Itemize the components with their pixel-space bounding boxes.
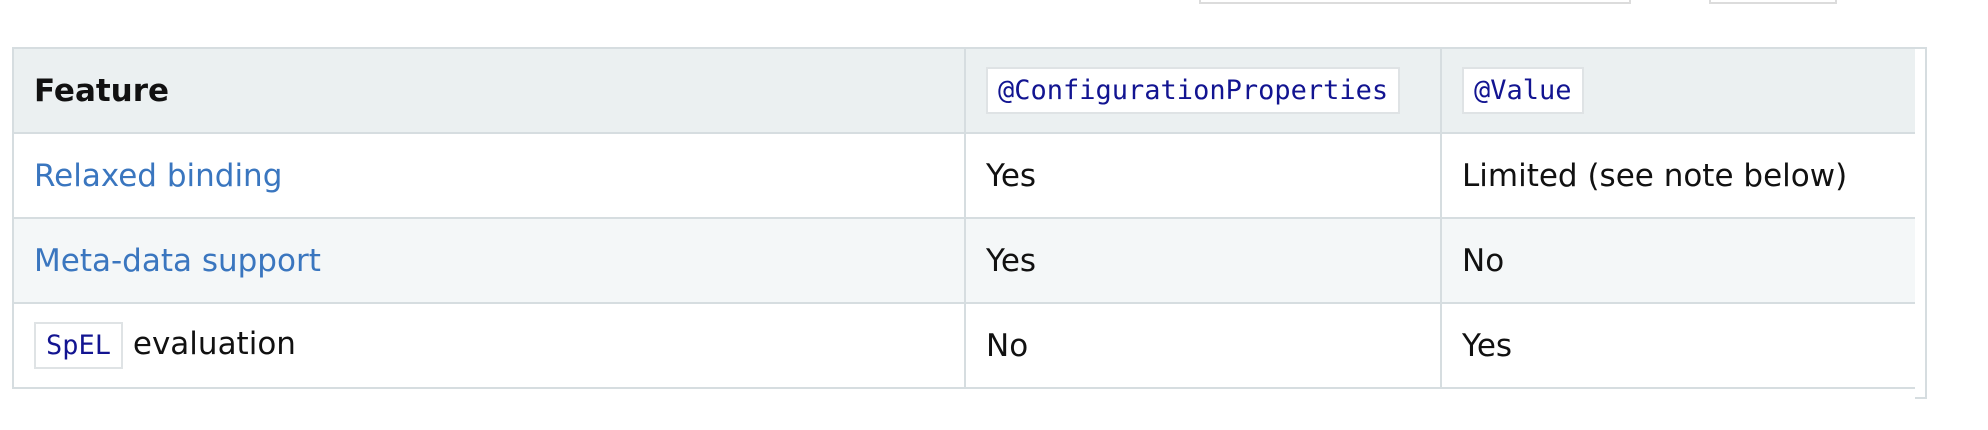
header-value: @Value (1440, 47, 1927, 134)
spel-code: SpEL (34, 321, 124, 370)
feature-cell: Relaxed binding (12, 132, 966, 219)
feature-cell: Meta-data support (12, 217, 966, 304)
table-row: Meta-data support Yes No (12, 217, 1927, 304)
top-partial-box-left (1199, 0, 1631, 4)
feature-comparison-table: Feature @ConfigurationProperties @Value … (12, 47, 1927, 389)
header-feature: Feature (12, 47, 966, 134)
configuration-properties-code: @ConfigurationProperties (986, 66, 1401, 115)
configuration-properties-cell: Yes (964, 217, 1442, 304)
header-configuration-properties: @ConfigurationProperties (964, 47, 1442, 134)
table-scroll-edge (1915, 47, 1927, 399)
value-cell: Limited (see note below) (1440, 132, 1927, 219)
value-annotation-code: @Value (1462, 66, 1584, 115)
value-cell: Yes (1440, 302, 1927, 389)
configuration-properties-cell: No (964, 302, 1442, 389)
feature-cell: SpEL evaluation (12, 302, 966, 389)
table-row: Relaxed binding Yes Limited (see note be… (12, 132, 1927, 219)
meta-data-support-link[interactable]: Meta-data support (34, 243, 321, 279)
configuration-properties-cell: Yes (964, 132, 1442, 219)
table-header-row: Feature @ConfigurationProperties @Value (12, 47, 1927, 134)
feature-text: evaluation (132, 325, 296, 362)
table-row: SpEL evaluation No Yes (12, 302, 1927, 389)
value-cell: No (1440, 217, 1927, 304)
relaxed-binding-link[interactable]: Relaxed binding (34, 158, 282, 194)
top-partial-box-right (1709, 0, 1837, 4)
